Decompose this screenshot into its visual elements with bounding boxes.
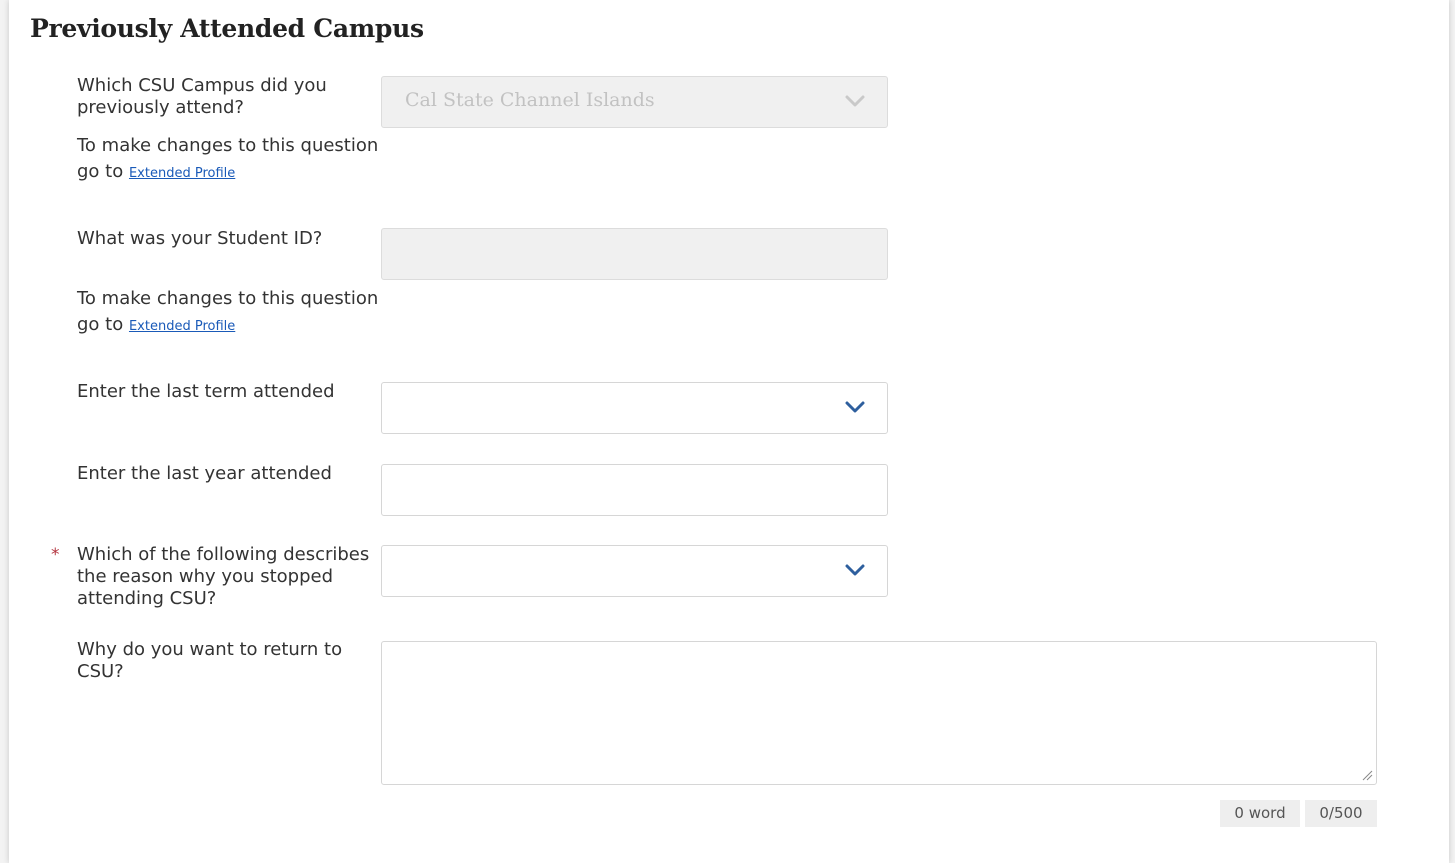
return-reason-label: Why do you want to return to CSU? bbox=[77, 639, 343, 682]
campus-label: Which CSU Campus did you previously atte… bbox=[77, 75, 327, 118]
campus-hint: To make changes to this question go to E… bbox=[77, 133, 397, 187]
chevron-down-icon bbox=[845, 564, 865, 576]
required-marker: * bbox=[51, 545, 60, 565]
section-title: Previously Attended Campus bbox=[30, 14, 424, 43]
reason-select[interactable] bbox=[381, 545, 888, 597]
last-year-input[interactable] bbox=[381, 464, 888, 516]
student-id-hint: To make changes to this question go to E… bbox=[77, 286, 397, 340]
chevron-down-icon bbox=[845, 95, 865, 107]
form-panel: Previously Attended Campus Which CSU Cam… bbox=[9, 0, 1449, 863]
word-count: 0 word bbox=[1220, 800, 1300, 827]
reason-label: Which of the following describes the rea… bbox=[77, 544, 370, 609]
chevron-down-icon bbox=[845, 401, 865, 413]
student-id-extended-profile-link[interactable]: Extended Profile bbox=[129, 319, 235, 334]
student-id-label: What was your Student ID? bbox=[77, 228, 323, 249]
last-term-label: Enter the last term attended bbox=[77, 381, 335, 402]
last-year-label: Enter the last year attended bbox=[77, 463, 332, 484]
campus-select-value: Cal State Channel Islands bbox=[405, 89, 655, 111]
return-reason-textarea[interactable] bbox=[381, 641, 1377, 785]
resize-handle-icon[interactable] bbox=[1361, 769, 1373, 781]
campus-extended-profile-link[interactable]: Extended Profile bbox=[129, 166, 235, 181]
last-term-select[interactable] bbox=[381, 382, 888, 434]
campus-select: Cal State Channel Islands bbox=[381, 76, 888, 128]
student-id-field bbox=[381, 228, 888, 280]
char-count: 0/500 bbox=[1305, 800, 1377, 827]
